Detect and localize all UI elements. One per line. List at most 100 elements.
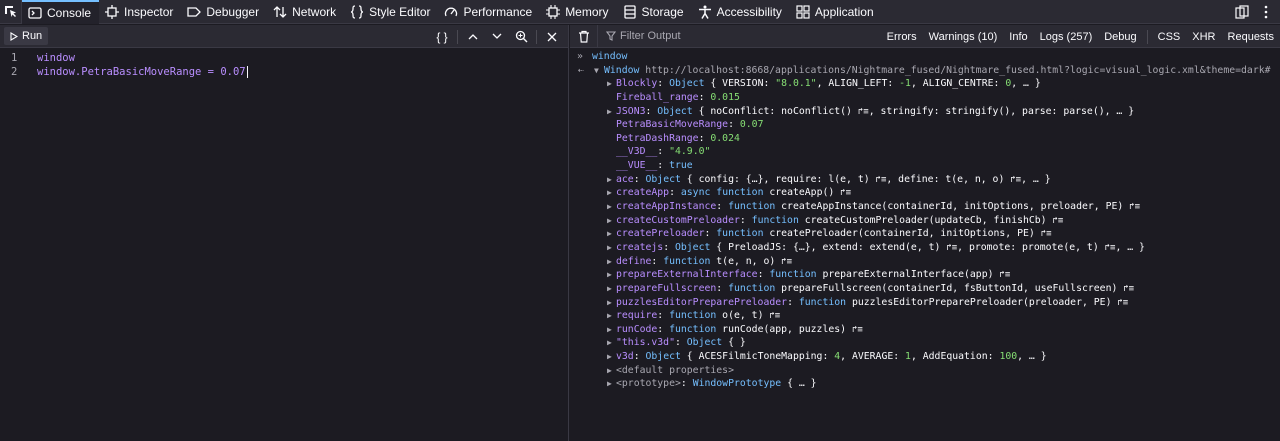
- storage-icon: [623, 4, 637, 19]
- property-row: __V3D__: "4.9.0": [570, 145, 1280, 159]
- expand-toggle-icon[interactable]: ▶: [607, 296, 612, 310]
- property-row[interactable]: ▶ createCustomPreloader: function createC…: [570, 214, 1280, 228]
- property-row[interactable]: ▶ <prototype>: WindowPrototype { … }: [570, 377, 1280, 391]
- filter-logs[interactable]: Logs (257): [1034, 31, 1099, 43]
- accessibility-icon: [698, 5, 712, 19]
- application-icon: [796, 4, 810, 19]
- tab-storage[interactable]: Storage: [617, 0, 692, 24]
- property-value: : 0.015: [698, 91, 740, 103]
- expand-toggle-icon[interactable]: ▶: [607, 105, 612, 119]
- property-value: : function prepareFullscreen(containerId…: [716, 282, 1135, 294]
- property-value: : Object { PreloadJS: {…}, extend: exten…: [663, 241, 1145, 253]
- expand-toggle-icon[interactable]: ▼: [594, 64, 599, 78]
- result-url[interactable]: http://localhost:8668/applications/Night…: [645, 65, 1270, 76]
- console-editor-pane: Run { } 1 window 2 window.PetraBasicMove…: [0, 25, 569, 441]
- filter-warnings[interactable]: Warnings (10): [923, 31, 1004, 43]
- property-value: : WindowPrototype { … }: [680, 378, 817, 390]
- property-row[interactable]: ▶ v3d: Object { ACESFilmicToneMapping: 4,…: [570, 350, 1280, 364]
- tab-label: Console: [47, 5, 92, 20]
- debugger-icon: [187, 5, 202, 19]
- property-value: : Object { }: [674, 337, 746, 349]
- console-output: » window ⇠ ▼ Window http://localhost:866…: [570, 48, 1280, 391]
- filter-css[interactable]: CSS: [1152, 31, 1187, 43]
- expand-toggle-icon[interactable]: ▶: [607, 227, 612, 241]
- expand-toggle-icon[interactable]: ▶: [607, 268, 612, 282]
- property-value: : "4.9.0": [657, 146, 711, 158]
- dock-icon[interactable]: [1234, 4, 1250, 20]
- expand-toggle-icon[interactable]: ▶: [607, 214, 612, 228]
- property-key: __V3D__: [616, 146, 658, 158]
- tab-label: Memory: [565, 4, 609, 19]
- expand-toggle-icon[interactable]: ▶: [607, 77, 612, 91]
- property-row[interactable]: ▶ createApp: async function createApp() ↱…: [570, 186, 1280, 200]
- property-row[interactable]: ▶ "this.v3d": Object { }: [570, 336, 1280, 350]
- expand-toggle-icon[interactable]: ▶: [607, 282, 612, 296]
- property-row[interactable]: ▶ ace: Object { config: {…}, require: l(e…: [570, 173, 1280, 187]
- property-row[interactable]: ▶ createjs: Object { PreloadJS: {…}, exte…: [570, 241, 1280, 255]
- expand-toggle-icon[interactable]: ▶: [607, 350, 612, 364]
- expand-toggle-icon[interactable]: ▶: [607, 173, 612, 187]
- close-editor-icon[interactable]: [540, 25, 564, 48]
- expand-toggle-icon[interactable]: ▶: [607, 323, 612, 337]
- tab-application[interactable]: Application: [790, 0, 882, 24]
- reverse-search-icon[interactable]: [509, 25, 533, 48]
- property-row: __VUE__: true: [570, 159, 1280, 173]
- property-row[interactable]: ▶ createAppInstance: function createAppIn…: [570, 200, 1280, 214]
- expand-toggle-icon[interactable]: ▶: [607, 186, 612, 200]
- tab-console[interactable]: Console: [22, 0, 100, 24]
- expand-toggle-icon[interactable]: ▶: [607, 364, 612, 378]
- tab-memory[interactable]: Memory: [540, 0, 616, 24]
- clear-output-button[interactable]: [570, 24, 598, 48]
- property-row[interactable]: ▶ prepareFullscreen: function prepareFull…: [570, 282, 1280, 296]
- property-value: : Object { noConflict: noConflict() ↱≡, …: [645, 105, 1135, 117]
- property-key: createAppInstance: [616, 201, 717, 213]
- filter-icon: [606, 31, 616, 41]
- expand-toggle-icon[interactable]: ▶: [607, 336, 612, 350]
- more-options-icon[interactable]: [1258, 4, 1274, 20]
- filter-info[interactable]: Info: [1003, 31, 1033, 43]
- tab-debugger[interactable]: Debugger: [181, 0, 267, 24]
- property-row[interactable]: ▶ JSON3: Object { noConflict: noConflict(…: [570, 105, 1280, 119]
- property-key: __VUE__: [616, 160, 658, 172]
- property-key: prepareExternalInterface: [616, 269, 758, 281]
- performance-icon: [444, 5, 458, 19]
- tab-performance[interactable]: Performance: [438, 0, 540, 24]
- property-row[interactable]: ▶ define: function t(e, n, o) ↱≡: [570, 255, 1280, 269]
- filter-errors[interactable]: Errors: [881, 31, 923, 43]
- picker-icon: [4, 5, 16, 17]
- pretty-print-button[interactable]: { }: [430, 25, 454, 48]
- filter-requests[interactable]: Requests: [1222, 31, 1280, 43]
- tab-accessibility[interactable]: Accessibility: [692, 0, 790, 24]
- expand-toggle-icon[interactable]: ▶: [607, 200, 612, 214]
- element-picker-button[interactable]: [0, 0, 22, 24]
- history-up-icon[interactable]: [461, 25, 485, 48]
- filter-output-input[interactable]: [620, 30, 820, 42]
- filter-debug[interactable]: Debug: [1098, 31, 1142, 43]
- property-row[interactable]: ▶ require: function o(e, t) ↱≡: [570, 309, 1280, 323]
- property-value: : async function createApp() ↱≡: [669, 187, 852, 199]
- tab-network[interactable]: Network: [267, 0, 344, 24]
- expand-toggle-icon[interactable]: ▶: [607, 309, 612, 323]
- inspector-icon: [105, 4, 120, 19]
- tab-inspector[interactable]: Inspector: [99, 0, 181, 24]
- result-row[interactable]: ⇠ ▼ Window http://localhost:8668/applica…: [570, 64, 1280, 78]
- expand-toggle-icon[interactable]: ▶: [607, 255, 612, 269]
- property-row[interactable]: ▶ prepareExternalInterface: function prep…: [570, 268, 1280, 282]
- property-key: Blockly: [616, 78, 658, 90]
- property-row[interactable]: ▶ Blockly: Object { VERSION: "8.0.1", ALI…: [570, 77, 1280, 91]
- filter-xhr[interactable]: XHR: [1186, 31, 1221, 43]
- property-key: <default properties>: [616, 364, 734, 376]
- code-editor[interactable]: 1 window 2 window.PetraBasicMoveRange = …: [0, 48, 568, 79]
- run-button[interactable]: Run: [4, 27, 49, 45]
- property-value: : function o(e, t) ↱≡: [657, 310, 781, 322]
- expand-toggle-icon[interactable]: ▶: [607, 377, 612, 391]
- property-row[interactable]: ▶ runCode: function runCode(app, puzzles)…: [570, 323, 1280, 337]
- property-row[interactable]: ▶ puzzlesEditorPreparePreloader: function…: [570, 296, 1280, 310]
- expand-toggle-icon[interactable]: ▶: [607, 241, 612, 255]
- tab-style-editor[interactable]: Style Editor: [344, 0, 438, 24]
- history-down-icon[interactable]: [485, 25, 509, 48]
- toolbar-right-tools: [1234, 0, 1274, 24]
- property-row[interactable]: ▶ <default properties>: [570, 364, 1280, 378]
- filter-bar: Errors Warnings (10) Info Logs (257) Deb…: [570, 24, 1280, 48]
- property-row[interactable]: ▶ createPreloader: function createPreload…: [570, 227, 1280, 241]
